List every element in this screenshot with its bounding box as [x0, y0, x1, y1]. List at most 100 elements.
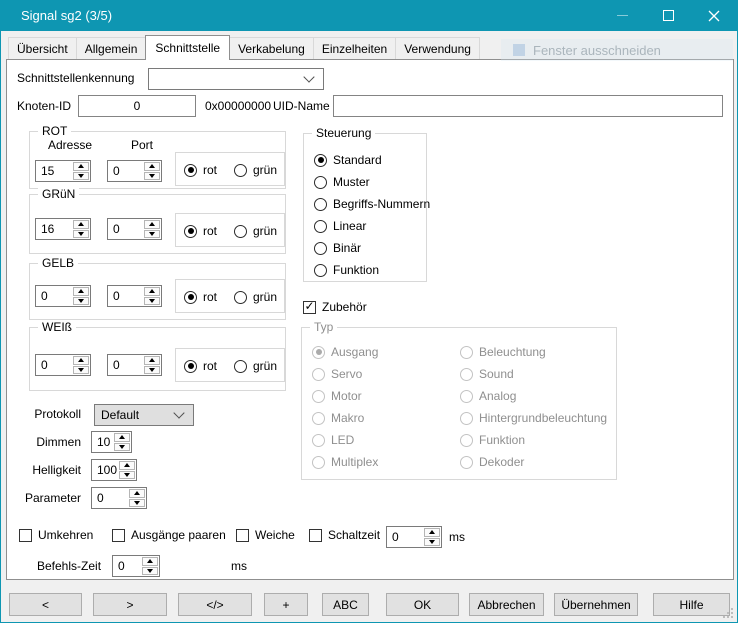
close-button[interactable] — [691, 0, 737, 31]
uid-name-input[interactable] — [333, 95, 723, 117]
spin-up-button[interactable] — [114, 433, 130, 442]
gruen-radio-rot[interactable]: rot — [184, 224, 217, 238]
gruen-adresse-spinner[interactable] — [35, 218, 91, 240]
tab-allgemein[interactable]: Allgemein — [76, 37, 147, 59]
spin-up-button[interactable] — [144, 162, 160, 171]
schnittstellenkennung-select[interactable] — [148, 68, 324, 90]
radio-funktion[interactable]: Funktion — [314, 263, 379, 277]
befehls-zeit-input[interactable] — [113, 556, 142, 576]
spin-down-button[interactable] — [73, 366, 89, 375]
rot-radio-gruen[interactable]: grün — [234, 163, 277, 177]
nav-next-button[interactable]: > — [93, 593, 167, 616]
tab-verwendung[interactable]: Verwendung — [395, 37, 480, 59]
spin-down-button[interactable] — [142, 567, 158, 576]
rot-adresse-input[interactable] — [36, 161, 73, 181]
abc-button[interactable]: ABC — [322, 593, 369, 616]
spin-down-button[interactable] — [144, 230, 160, 239]
radio-begriffs-nummern[interactable]: Begriffs-Nummern — [314, 197, 430, 211]
schaltzeit-spinner[interactable] — [386, 526, 442, 548]
radio-binaer[interactable]: Binär — [314, 241, 361, 255]
triangle-up-icon — [119, 435, 125, 439]
schaltzeit-input[interactable] — [387, 527, 424, 547]
spin-up-button[interactable] — [73, 287, 89, 296]
weiss-adresse-input[interactable] — [36, 355, 73, 375]
cancel-button[interactable]: Abbrechen — [469, 593, 544, 616]
help-button[interactable]: Hilfe — [653, 593, 730, 616]
spin-down-button[interactable] — [129, 499, 145, 508]
gelb-adresse-input[interactable] — [36, 286, 73, 306]
radio-label: LED — [331, 433, 354, 447]
apply-button[interactable]: Übernehmen — [554, 593, 638, 616]
spin-up-button[interactable] — [144, 220, 160, 229]
nav-prev-button[interactable]: < — [9, 593, 82, 616]
tab-verkabelung[interactable]: Verkabelung — [229, 37, 314, 59]
protokoll-select[interactable]: Default — [94, 404, 194, 426]
resize-grip[interactable] — [723, 608, 734, 619]
radio-analog: Analog — [460, 389, 516, 403]
schaltzeit-checkbox[interactable]: Schaltzeit — [309, 528, 380, 542]
rot-radio-rot[interactable]: rot — [184, 163, 217, 177]
rot-port-spinner[interactable] — [107, 160, 162, 182]
dimmen-input[interactable] — [92, 432, 114, 452]
tab-uebersicht[interactable]: Übersicht — [8, 37, 77, 59]
gelb-adresse-spinner[interactable] — [35, 285, 91, 307]
parameter-input[interactable] — [92, 488, 129, 508]
weiche-checkbox[interactable]: Weiche — [236, 528, 295, 542]
rot-adresse-spinner[interactable] — [35, 160, 91, 182]
spin-up-button[interactable] — [73, 220, 89, 229]
weiss-radio-rot[interactable]: rot — [184, 359, 217, 373]
radio-linear[interactable]: Linear — [314, 219, 366, 233]
gruen-port-input[interactable] — [108, 219, 144, 239]
radio-label: Linear — [333, 219, 366, 233]
dimmen-spinner[interactable] — [91, 431, 132, 453]
knoten-id-input[interactable] — [78, 95, 196, 117]
parameter-spinner[interactable] — [91, 487, 147, 509]
helligkeit-input[interactable] — [92, 460, 119, 480]
spin-up-button[interactable] — [73, 356, 89, 365]
spin-down-button[interactable] — [119, 471, 135, 480]
maximize-button[interactable] — [645, 0, 691, 31]
spin-up-button[interactable] — [144, 287, 160, 296]
spin-up-button[interactable] — [144, 356, 160, 365]
tab-schnittstelle[interactable]: Schnittstelle — [145, 35, 230, 60]
helligkeit-spinner[interactable] — [91, 459, 137, 481]
spin-down-button[interactable] — [114, 443, 130, 452]
gruen-radio-gruen[interactable]: grün — [234, 224, 277, 238]
add-button[interactable]: + — [264, 593, 308, 616]
code-button[interactable]: </> — [178, 593, 252, 616]
spin-up-button[interactable] — [129, 489, 145, 498]
weiss-port-input[interactable] — [108, 355, 144, 375]
ausgaenge-paaren-checkbox[interactable]: Ausgänge paaren — [112, 528, 226, 542]
spin-down-button[interactable] — [73, 230, 89, 239]
spin-down-button[interactable] — [73, 297, 89, 306]
gruen-adresse-input[interactable] — [36, 219, 73, 239]
spin-up-button[interactable] — [119, 461, 135, 470]
spin-down-button[interactable] — [144, 366, 160, 375]
spin-down-button[interactable] — [424, 538, 440, 547]
spin-down-button[interactable] — [144, 297, 160, 306]
radio-muster[interactable]: Muster — [314, 175, 370, 189]
weiss-port-spinner[interactable] — [107, 354, 162, 376]
weiss-adresse-spinner[interactable] — [35, 354, 91, 376]
gruen-port-spinner[interactable] — [107, 218, 162, 240]
gelb-port-input[interactable] — [108, 286, 144, 306]
gelb-radio-rot[interactable]: rot — [184, 290, 217, 304]
spin-up-button[interactable] — [424, 528, 440, 537]
gelb-port-spinner[interactable] — [107, 285, 162, 307]
radio-label: Ausgang — [331, 345, 378, 359]
spin-down-button[interactable] — [73, 172, 89, 181]
umkehren-checkbox[interactable]: Umkehren — [19, 528, 93, 542]
radio-standard[interactable]: Standard — [314, 153, 382, 167]
befehls-zeit-spinner[interactable] — [112, 555, 160, 577]
tab-einzelheiten[interactable]: Einzelheiten — [313, 37, 396, 59]
rot-port-input[interactable] — [108, 161, 144, 181]
gruen-color-radio-group: rot grün — [175, 213, 285, 247]
gelb-radio-gruen[interactable]: grün — [234, 290, 277, 304]
ok-button[interactable]: OK — [386, 593, 459, 616]
spin-up-button[interactable] — [142, 557, 158, 566]
spin-down-button[interactable] — [144, 172, 160, 181]
weiss-radio-gruen[interactable]: grün — [234, 359, 277, 373]
spin-up-button[interactable] — [73, 162, 89, 171]
minimize-button[interactable] — [599, 0, 645, 31]
zubehoer-checkbox[interactable]: Zubehör — [303, 300, 367, 314]
